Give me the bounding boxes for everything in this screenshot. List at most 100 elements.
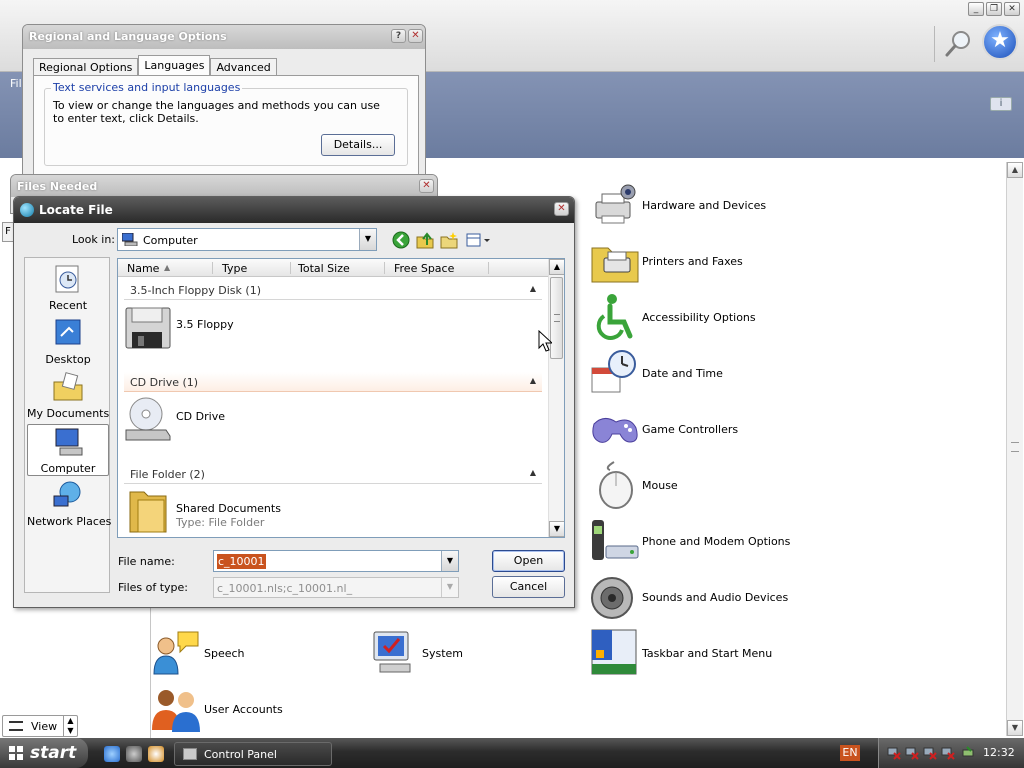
column-separator (212, 262, 213, 274)
column-type[interactable]: Type (222, 262, 247, 275)
close-button[interactable]: ✕ (1004, 2, 1020, 16)
quicklaunch-internet-icon[interactable] (104, 746, 120, 762)
help-button[interactable]: ? (391, 29, 406, 43)
taskbar-item-control-panel[interactable]: Control Panel (174, 742, 332, 766)
network-disconnected-icon[interactable] (887, 746, 901, 760)
floppy-drive-icon (125, 307, 171, 349)
tab-advanced[interactable]: Advanced (210, 58, 277, 76)
locate-file-dialog: Locate File ✕ Look in: Computer ▼ Recent… (13, 196, 575, 608)
recent-icon (55, 265, 79, 293)
file-item-shared-documents[interactable]: Shared Documents Type: File Folder (124, 488, 344, 536)
column-name[interactable]: Name (127, 262, 159, 275)
look-in-dropdown[interactable]: Computer ▼ (117, 228, 377, 251)
network-disconnected-icon[interactable] (941, 746, 955, 760)
view-label: View (31, 720, 58, 733)
safely-remove-hardware-icon[interactable] (961, 746, 975, 760)
tab-languages[interactable]: Languages (138, 55, 211, 76)
open-button[interactable]: Open (492, 550, 565, 572)
places-bar: Recent Desktop My Documents Computer Net… (24, 257, 111, 593)
system-tray: 12:32 (878, 738, 1024, 768)
restore-button[interactable]: ❐ (986, 2, 1002, 16)
group-header-label: 3.5-Inch Floppy Disk (1) (130, 284, 261, 297)
quicklaunch-browser-icon[interactable] (148, 746, 164, 762)
group-header-floppy[interactable]: 3.5-Inch Floppy Disk (1) ▲ (124, 280, 542, 300)
group-header-file-folder[interactable]: File Folder (2) ▲ (124, 464, 542, 484)
toolbar-separator (934, 26, 935, 62)
file-list-scrollbar[interactable]: ▲ ▼ (548, 259, 564, 537)
place-network-places[interactable]: Network Places (27, 478, 111, 530)
category-user-accounts[interactable]: User Accounts (152, 684, 283, 734)
user-accounts-icon (152, 690, 200, 732)
chevron-down-icon[interactable]: ▼ (441, 551, 458, 571)
up-folder-icon[interactable] (416, 231, 434, 249)
file-list[interactable]: Name ▲ Type Total Size Free Space 3.5-In… (117, 258, 565, 538)
place-my-documents[interactable]: My Documents (27, 370, 109, 422)
category-speech[interactable]: Speech (152, 628, 245, 678)
view-toggle[interactable]: View ▲ ▼ (2, 715, 78, 737)
clock[interactable]: 12:32 (983, 746, 1015, 759)
sort-ascending-icon: ▲ (164, 263, 171, 272)
close-button[interactable]: ✕ (408, 29, 423, 43)
file-name-combobox[interactable]: c_10001 ▼ (213, 550, 459, 572)
accessibility-icon (596, 294, 633, 340)
file-item-cd-drive[interactable]: CD Drive (124, 396, 324, 444)
category-taskbar-and-start-menu[interactable]: Taskbar and Start Menu (590, 628, 772, 678)
speech-icon (153, 631, 199, 675)
network-disconnected-icon[interactable] (905, 746, 919, 760)
info-icon[interactable]: i (990, 97, 1012, 111)
category-date-and-time[interactable]: Date and Time (590, 348, 723, 398)
category-phone-and-modem-options[interactable]: Phone and Modem Options (590, 516, 790, 566)
start-button[interactable]: start (0, 738, 88, 768)
control-panel-icon (183, 748, 197, 760)
scroll-down-button[interactable]: ▼ (1007, 720, 1023, 736)
views-menu-icon[interactable] (466, 231, 492, 249)
column-separator (488, 262, 489, 274)
cancel-button[interactable]: Cancel (492, 576, 565, 598)
title-bar[interactable]: Regional and Language Options ? ✕ (23, 25, 425, 49)
tab-regional-options[interactable]: Regional Options (33, 58, 139, 76)
category-sounds-and-audio-devices[interactable]: Sounds and Audio Devices (590, 572, 788, 622)
place-desktop[interactable]: Desktop (27, 316, 109, 368)
category-game-controllers[interactable]: Game Controllers (590, 404, 738, 454)
network-places-icon (53, 481, 81, 507)
group-header-cd-drive[interactable]: CD Drive (1) ▲ (124, 372, 542, 392)
view-spinner[interactable]: ▲ ▼ (63, 716, 77, 736)
quicklaunch-media-icon[interactable] (126, 746, 142, 762)
control-panel-scrollbar[interactable]: ▲ ▼ (1006, 162, 1023, 736)
category-hardware-and-devices[interactable]: Hardware and Devices (590, 180, 766, 230)
favorites-star-icon[interactable]: ★ (982, 24, 1018, 60)
category-system[interactable]: System (370, 628, 463, 678)
new-folder-icon[interactable] (440, 231, 458, 249)
chevron-up-icon[interactable]: ▲ (530, 284, 536, 293)
column-free-space[interactable]: Free Space (394, 262, 454, 275)
category-mouse[interactable]: Mouse (590, 460, 678, 510)
category-accessibility-options[interactable]: Accessibility Options (590, 292, 756, 342)
scroll-up-button[interactable]: ▲ (549, 259, 564, 275)
scroll-down-button[interactable]: ▼ (549, 521, 564, 537)
title-bar[interactable]: Files Needed ✕ (11, 175, 437, 197)
search-icon[interactable] (944, 28, 974, 58)
language-indicator[interactable]: EN (840, 745, 860, 761)
printer-folder-icon (591, 247, 639, 283)
minimize-button[interactable]: _ (968, 2, 984, 16)
network-disconnected-icon[interactable] (923, 746, 937, 760)
close-button[interactable]: ✕ (554, 202, 569, 216)
title-bar[interactable]: Locate File ✕ (14, 197, 574, 223)
place-computer[interactable]: Computer (27, 424, 109, 476)
column-separator (384, 262, 385, 274)
chevron-up-icon[interactable]: ▲ (530, 376, 536, 385)
chevron-up-icon[interactable]: ▲ (530, 468, 536, 477)
file-name-selected-text: c_10001 (217, 554, 266, 569)
details-button[interactable]: Details... (321, 134, 395, 156)
computer-icon (55, 428, 83, 456)
chevron-down-icon[interactable]: ▼ (359, 229, 376, 250)
place-recent[interactable]: Recent (27, 262, 109, 314)
back-icon[interactable] (392, 231, 410, 249)
column-total-size[interactable]: Total Size (298, 262, 350, 275)
file-item-floppy[interactable]: 3.5 Floppy (124, 304, 324, 352)
files-of-type-dropdown[interactable]: c_10001.nls;c_10001.nl_ ▼ (213, 577, 459, 598)
close-button[interactable]: ✕ (419, 179, 434, 193)
category-printers-and-faxes[interactable]: Printers and Faxes (590, 236, 743, 286)
chevron-down-icon[interactable]: ▼ (441, 578, 458, 597)
scroll-up-button[interactable]: ▲ (1007, 162, 1023, 178)
